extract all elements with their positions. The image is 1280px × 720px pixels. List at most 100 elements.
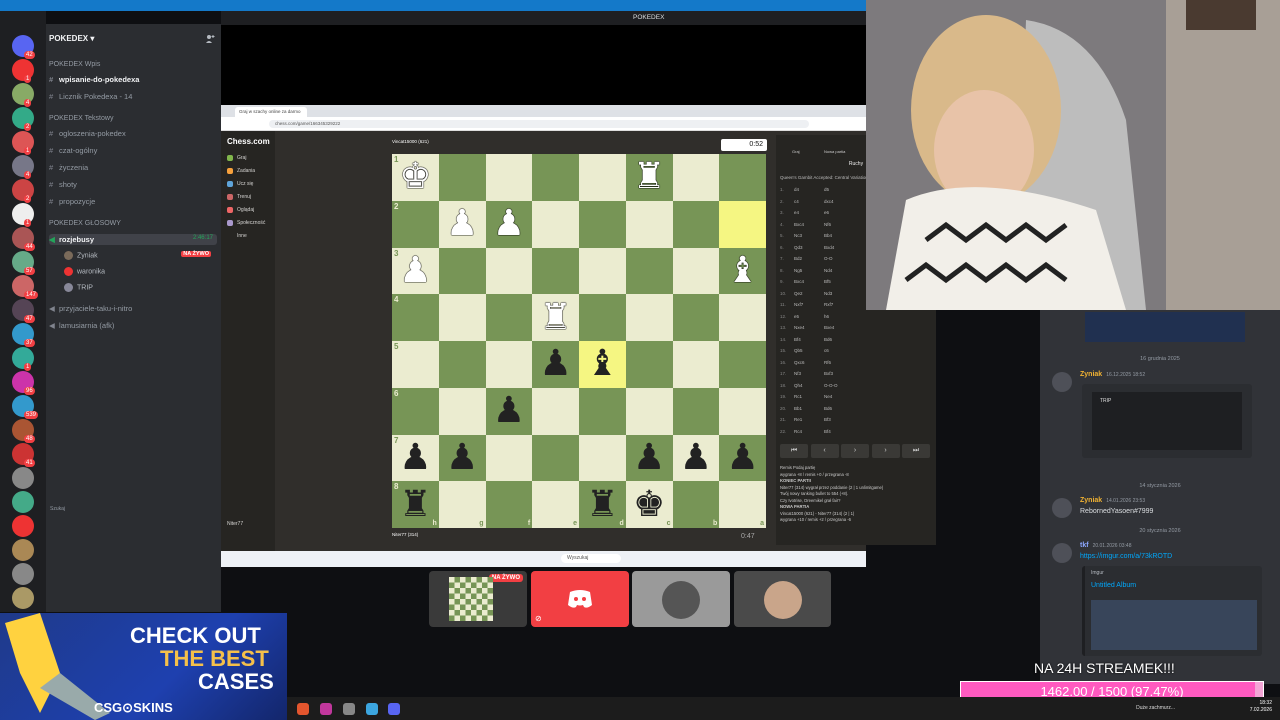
- board-square[interactable]: [485, 294, 533, 341]
- board-square[interactable]: 2: [392, 200, 439, 248]
- voice-user[interactable]: Zyniak NA ŻYWO: [64, 251, 214, 260]
- message-embed[interactable]: TRIP: [1082, 384, 1252, 458]
- embed-image[interactable]: [1085, 312, 1245, 342]
- board-square[interactable]: ♝: [719, 247, 766, 295]
- channel-shoty[interactable]: # shoty: [49, 180, 77, 189]
- message-author[interactable]: Zyniak 16.12.2025 18:52: [1080, 371, 1145, 378]
- chess-nav-item[interactable]: Trenuj: [237, 194, 251, 200]
- board-square[interactable]: [438, 341, 486, 388]
- black-rook-icon[interactable]: ♜: [392, 481, 439, 528]
- channel-propozycje[interactable]: # propozycje: [49, 197, 95, 206]
- board-square[interactable]: [532, 387, 579, 435]
- message-link[interactable]: https://imgur.com/a/73kROTD: [1080, 553, 1172, 560]
- white-pawn-icon[interactable]: ♟: [439, 201, 486, 248]
- app-icon[interactable]: [320, 703, 332, 715]
- avatar[interactable]: [1052, 543, 1072, 563]
- message-author[interactable]: Zyniak 14.01.2026 23:53: [1080, 497, 1145, 504]
- chess-nav-item[interactable]: Zadania: [237, 168, 255, 174]
- board-square[interactable]: [625, 341, 673, 388]
- category-glosowy[interactable]: POKEDEX GŁOSOWY: [49, 220, 121, 227]
- url-bar[interactable]: chess.com/game/166345329222: [269, 120, 809, 128]
- board-square[interactable]: [579, 434, 626, 482]
- board-square[interactable]: [579, 247, 626, 295]
- server-name[interactable]: POKEDEX ▾: [49, 34, 94, 43]
- channel-wpisanie[interactable]: # wpisanie-do-pokedexa: [49, 75, 139, 84]
- board-square[interactable]: [719, 294, 766, 341]
- avatar[interactable]: [1052, 498, 1072, 518]
- board-square[interactable]: [485, 434, 533, 482]
- black-pawn-icon[interactable]: ♟: [532, 341, 579, 388]
- weather-tray[interactable]: Duże zachmurz...: [1136, 705, 1175, 711]
- board-square[interactable]: ♟: [485, 200, 533, 248]
- board-square[interactable]: g: [438, 481, 486, 528]
- move-row[interactable]: 15. Qb5 c6: [780, 348, 930, 353]
- add-member-icon[interactable]: [205, 34, 215, 44]
- board-square[interactable]: [532, 247, 579, 295]
- chess-nav-item[interactable]: Oglądaj: [237, 207, 254, 213]
- white-rook-icon[interactable]: ♜: [626, 154, 673, 201]
- board-square[interactable]: ♟: [532, 341, 579, 388]
- black-pawn-icon[interactable]: ♟: [673, 435, 720, 482]
- board-square[interactable]: [672, 247, 720, 295]
- white-king-icon[interactable]: ♚: [392, 154, 439, 201]
- black-king-icon[interactable]: ♚: [626, 481, 673, 528]
- channel-licznik[interactable]: # Licznik Pokedexa - 14: [49, 92, 132, 101]
- channel-czat-ogolny[interactable]: # czat-ogólny: [49, 146, 97, 155]
- taskbar-search[interactable]: Wyszukaj: [561, 554, 621, 563]
- board-square[interactable]: ♟: [438, 200, 486, 248]
- server-icon[interactable]: [12, 563, 34, 585]
- board-square[interactable]: [532, 434, 579, 482]
- panel-tab-play[interactable]: Graj: [792, 149, 800, 154]
- board-square[interactable]: [579, 154, 626, 201]
- board-square[interactable]: [672, 341, 720, 388]
- panel-tab-new[interactable]: Nowa partia: [824, 149, 845, 154]
- channel-ogloszenia[interactable]: # ogloszenia-pokedex: [49, 129, 126, 138]
- board-square[interactable]: ♟: [719, 434, 766, 482]
- edge-icon[interactable]: [366, 703, 378, 715]
- board-square[interactable]: d ♜: [579, 481, 626, 528]
- board-square[interactable]: ♟: [485, 387, 533, 435]
- chess-logo[interactable]: Chess.com: [227, 137, 270, 146]
- board-square[interactable]: a: [719, 481, 766, 528]
- voice-channel-przyjaciele[interactable]: ◀ przyjaciele-taku-i-nitro: [49, 304, 132, 313]
- move-row[interactable]: 16. Qxc6 Rf6: [780, 360, 930, 365]
- move-row[interactable]: 18. Qh4 O-O-O: [780, 383, 930, 388]
- move-row[interactable]: 14. Bf4 Bd6: [780, 337, 930, 342]
- voice-channel-rozjebusy[interactable]: ◀ rozjebusy 2:46:17: [49, 234, 217, 245]
- board-square[interactable]: [532, 200, 579, 248]
- move-row[interactable]: 13. Nxe4 Bxe4: [780, 325, 930, 330]
- board-square[interactable]: [672, 200, 720, 248]
- board-square[interactable]: [672, 154, 720, 201]
- voice-channel-lamusiarnia[interactable]: ◀ lamusiarnia (afk): [49, 321, 114, 330]
- player-top[interactable]: Vincat15000 (621): [392, 139, 429, 144]
- board-square[interactable]: [672, 294, 720, 341]
- board-square[interactable]: [485, 154, 533, 201]
- chess-nav-item[interactable]: Społeczność: [237, 220, 265, 226]
- black-pawn-icon[interactable]: ♟: [439, 435, 486, 482]
- first-move-button[interactable]: ⏮: [780, 444, 808, 458]
- board-square[interactable]: [672, 387, 720, 435]
- board-square[interactable]: [719, 154, 766, 201]
- last-move-button[interactable]: ⏭: [902, 444, 930, 458]
- black-pawn-icon[interactable]: ♟: [486, 388, 533, 435]
- server-icon[interactable]: [12, 539, 34, 561]
- player-bottom[interactable]: Niter77 (314): [392, 532, 418, 537]
- server-icon[interactable]: [12, 467, 34, 489]
- board-square[interactable]: b: [672, 481, 720, 528]
- board-square[interactable]: f: [485, 481, 533, 528]
- black-bishop-icon[interactable]: ♝: [579, 341, 626, 388]
- server-icon[interactable]: [12, 515, 34, 537]
- category-tekstowy[interactable]: POKEDEX Tekstowy: [49, 115, 113, 122]
- board-square[interactable]: [485, 341, 533, 388]
- chess-nav-item[interactable]: Ucz się: [237, 181, 253, 187]
- board-square[interactable]: [625, 200, 673, 248]
- board-square[interactable]: 1 ♚: [392, 154, 439, 201]
- board-square[interactable]: [625, 387, 673, 435]
- black-pawn-icon[interactable]: ♟: [719, 435, 766, 482]
- board-square[interactable]: [719, 387, 766, 435]
- white-pawn-icon[interactable]: ♟: [486, 201, 533, 248]
- stream-tile-car[interactable]: [632, 571, 730, 627]
- move-row[interactable]: 21. Re1 Bf3: [780, 417, 930, 422]
- white-rook-icon[interactable]: ♜: [532, 294, 579, 341]
- board-square[interactable]: [579, 294, 626, 341]
